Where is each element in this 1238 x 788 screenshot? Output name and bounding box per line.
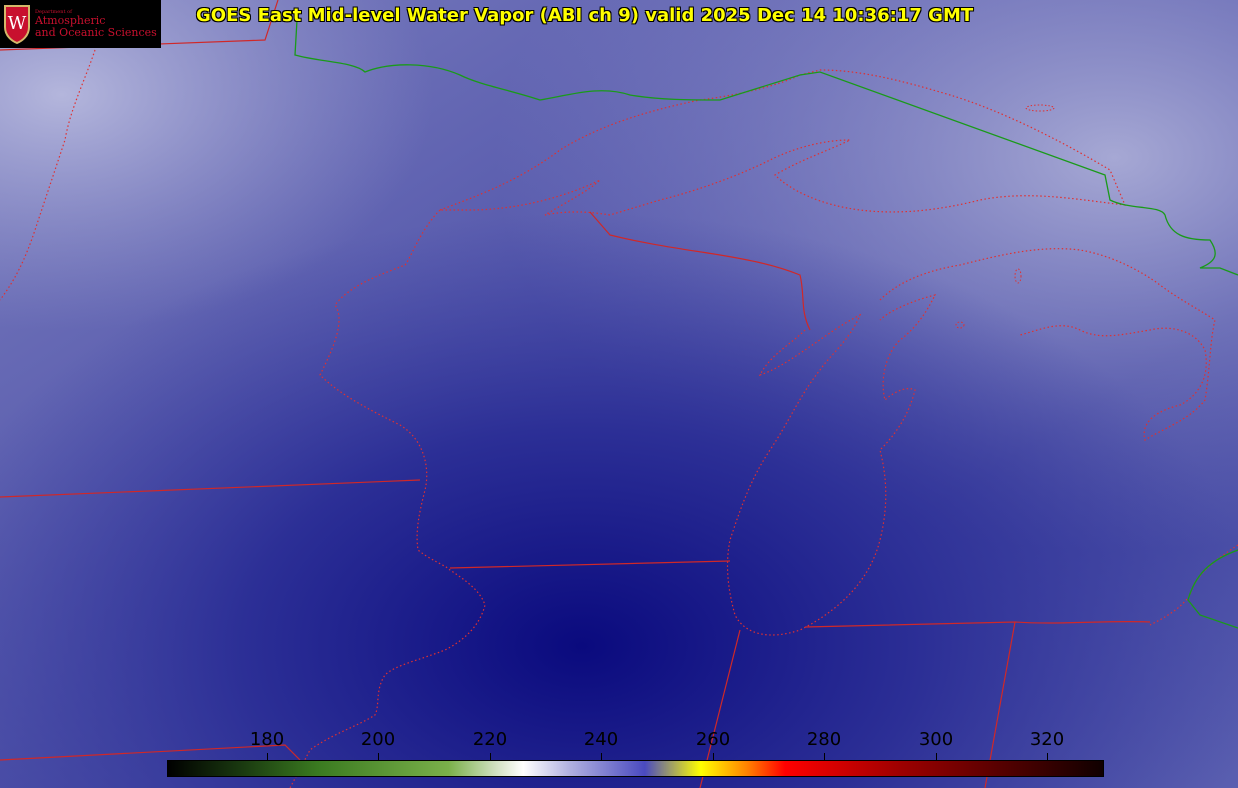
- colorbar-tick-label: 320: [1029, 729, 1065, 750]
- colorbar-tick-label: 280: [806, 729, 842, 750]
- dry-slot: [0, 0, 1238, 788]
- logo-line-2: and Oceanic Sciences: [35, 25, 157, 39]
- aos-logo: W Department of Atmospheric and Oceanic …: [0, 0, 161, 48]
- colorbar-tick-mark: [824, 753, 825, 760]
- colorbar-tick-label: 240: [583, 729, 619, 750]
- colorbar-tick-label: 180: [249, 729, 285, 750]
- colorbar: [167, 760, 1104, 777]
- colorbar-tick-mark: [601, 753, 602, 760]
- colorbar-tick-mark: [490, 753, 491, 760]
- colorbar-tick-mark: [1047, 753, 1048, 760]
- uw-crest-icon: W: [4, 5, 30, 45]
- logo-line-1: Atmospheric: [35, 14, 106, 28]
- page-title: GOES East Mid-level Water Vapor (ABI ch …: [196, 5, 974, 26]
- colorbar-tick-labels: 180 200 220 240 260 280 300 320: [0, 729, 1238, 753]
- colorbar-tick-mark: [378, 753, 379, 760]
- colorbar-tick-mark: [713, 753, 714, 760]
- crest-letter: W: [8, 13, 27, 34]
- colorbar-tick-label: 300: [918, 729, 954, 750]
- logo-text: Department of Atmospheric and Oceanic Sc…: [35, 9, 157, 39]
- colorbar-tick-mark: [936, 753, 937, 760]
- colorbar-tick-label: 200: [360, 729, 396, 750]
- water-vapor-map: [0, 0, 1238, 788]
- colorbar-tick-label: 260: [695, 729, 731, 750]
- colorbar-tick-mark: [267, 753, 268, 760]
- colorbar-tick-label: 220: [472, 729, 508, 750]
